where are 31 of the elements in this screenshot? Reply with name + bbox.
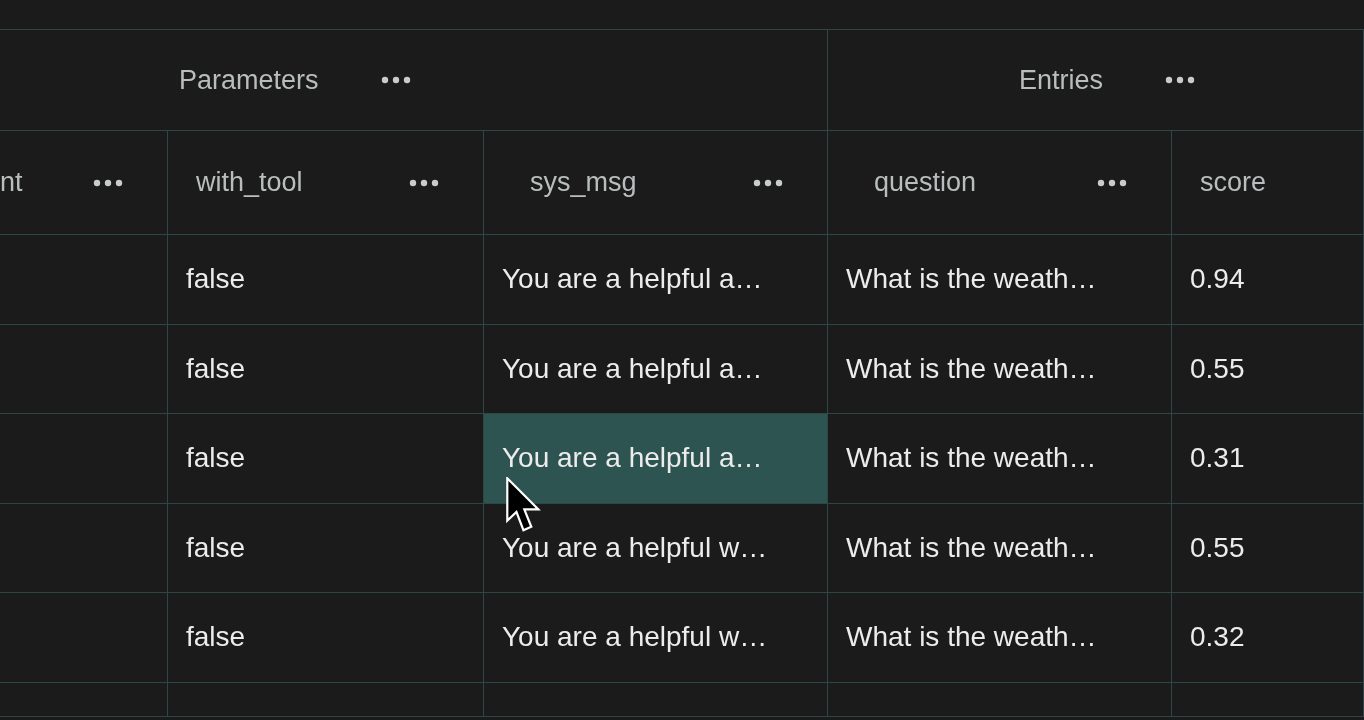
table-cell[interactable]: You are a helpful a… <box>484 235 828 325</box>
column-header[interactable]: nt <box>0 162 23 203</box>
more-icon[interactable] <box>753 178 783 187</box>
table-cell[interactable]: What is the weath… <box>828 414 1172 504</box>
table-cell[interactable]: false <box>168 235 484 325</box>
more-icon[interactable] <box>380 76 411 84</box>
more-icon[interactable] <box>1097 178 1127 187</box>
column-header[interactable]: with_tool <box>196 162 303 203</box>
more-icon[interactable] <box>409 178 439 187</box>
column-group-header: Parameters <box>179 63 319 97</box>
table-cell[interactable]: What is the weath… <box>828 503 1172 593</box>
table-cell[interactable]: false <box>168 503 484 593</box>
column-header[interactable]: question <box>874 162 977 203</box>
table-cell[interactable]: 0.55 <box>1172 503 1364 593</box>
column-header[interactable]: sys_msg <box>530 162 637 203</box>
table-cell[interactable]: 0.94 <box>1172 235 1364 325</box>
table-cell[interactable]: You are a helpful w… <box>484 593 828 683</box>
more-icon[interactable] <box>1165 76 1196 84</box>
table-cell[interactable]: false <box>168 593 484 683</box>
table-cell[interactable]: 0.32 <box>1172 593 1364 683</box>
more-icon[interactable] <box>93 178 123 187</box>
column-group-header: Entries <box>1019 63 1104 97</box>
table-cell[interactable]: 0.31 <box>1172 414 1364 504</box>
column-header[interactable]: score <box>1200 162 1267 203</box>
cursor-icon <box>505 477 541 532</box>
table-cell[interactable]: What is the weath… <box>828 593 1172 683</box>
table-cell[interactable]: 0.55 <box>1172 324 1364 414</box>
table-cell[interactable]: You are a helpful a… <box>484 414 828 504</box>
table-cell[interactable]: false <box>168 324 484 414</box>
table-cell[interactable]: What is the weath… <box>828 324 1172 414</box>
table-cell[interactable]: What is the weath… <box>828 235 1172 325</box>
